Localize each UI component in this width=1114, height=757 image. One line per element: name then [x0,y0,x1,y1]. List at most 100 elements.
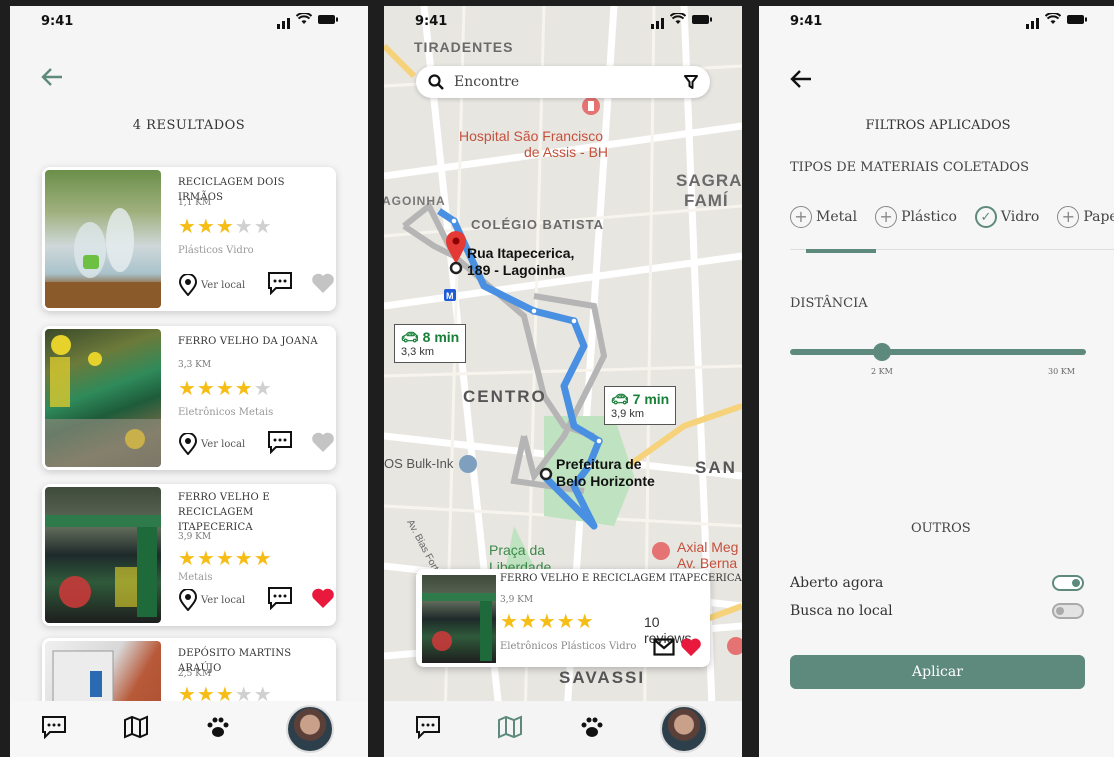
chat-icon[interactable] [267,430,293,458]
favorite-heart-icon[interactable] [311,587,335,613]
back-arrow-icon[interactable] [40,66,64,93]
map-label: CENTRO [463,387,547,406]
chat-tab-icon[interactable] [41,715,67,743]
material-tags: Plásticos Vidro [178,245,254,256]
open-now-toggle[interactable] [1052,575,1084,591]
apply-button[interactable]: Aplicar [790,655,1085,689]
material-chip-group: +Metal +Plástico ✓Vidro +Papel [790,206,1114,228]
chat-tab-icon[interactable] [415,715,441,743]
map-label-line: FAMÍ [684,191,729,210]
map-label: Hospital São Francisco de Assis - BH [454,128,608,160]
map-label-line: Rua Itapecerica, [467,245,575,261]
local-search-label: Busca no local [790,603,893,619]
chip-plastico[interactable]: + Plástico [875,206,957,228]
favorite-heart-icon[interactable] [311,272,335,298]
result-card[interactable]: FERRO VELHO DA JOANA 3,3 KM ★★★★★ Eletrô… [42,326,336,470]
battery-icon [1067,14,1087,29]
distance-slider-track[interactable] [790,349,1086,355]
map-label-line: SAGRA [676,171,742,190]
location-pin-icon [178,274,198,296]
map-tab-icon[interactable] [497,715,523,743]
plus-circle-icon: + [790,206,812,228]
local-search-toggle[interactable] [1052,603,1084,619]
route-time-value: 7 min [632,391,670,407]
route-duration-tooltip[interactable]: 🚗︎ 7 min 3,9 km [604,386,677,425]
status-bar: 9:41 [10,6,368,38]
distance-max-label: 30 KM [1048,367,1075,376]
map-label-line: de Assis - BH [524,144,609,160]
map-label: AGOINHA [384,194,446,208]
materials-section-label: TIPOS DE MATERIAIS COLETADOS [790,160,1029,175]
map-label-line: Hospital São Francisco [459,128,603,144]
recycling-photo [45,329,161,467]
map-screen: M 9:41 TIRADENTES Hospital São Francisco… [384,6,742,757]
others-section-label: OUTROS [911,521,971,536]
favorite-heart-icon[interactable] [680,637,702,661]
recycling-photo [422,575,496,663]
map-label: Axial Meg Av. Berna [677,539,738,571]
material-tags: Eletrônicos Metais [178,407,274,418]
map-label-line: Belo Horizonte [556,473,655,489]
chat-icon[interactable] [267,586,293,614]
chat-icon[interactable] [267,271,293,299]
place-name: FERRO VELHO E RECICLAGEM ITAPECERICA [500,573,742,584]
wifi-icon [669,12,687,29]
chip-papel[interactable]: +Papel [1057,206,1114,228]
view-location-label: Ver local [201,438,246,450]
rating-stars: ★★★★★ [178,214,273,238]
filters-screen: 9:41 FILTROS APLICADOS TIPOS DE MATERIAI… [759,6,1114,757]
route-duration-tooltip[interactable]: 🚗︎ 8 min 3,3 km [394,324,467,363]
open-now-label: Aberto agora [790,575,884,591]
rating-stars: ★★★★★ [500,609,595,633]
map-label: SAN [695,458,737,477]
map-label-line: Axial Meg [677,539,739,555]
status-time: 9:41 [415,14,448,29]
material-tags: Eletrônicos Plásticos Vidro [500,641,637,652]
search-input[interactable] [454,74,684,90]
map-label-line: 189 - Lagoinha [467,262,566,278]
chip-label: Vidro [1000,209,1040,225]
view-location-link[interactable]: Ver local [178,274,245,296]
rating-stars: ★★★★★ [178,376,273,400]
rating-stars: ★★★★★ [178,546,273,570]
result-card[interactable]: FERRO VELHO E RECICLAGEM ITAPECERICA 3,9… [42,484,336,626]
search-bar[interactable] [416,66,710,98]
location-pin-icon [178,589,198,611]
bottom-tab-bar [10,701,368,757]
route-time-value: 8 min [422,329,460,345]
status-time: 9:41 [790,14,823,29]
view-location-link[interactable]: Ver local [178,433,245,455]
chip-label: Papel [1083,209,1114,225]
profile-avatar[interactable] [286,705,334,753]
view-location-link[interactable]: Ver local [178,589,245,611]
back-arrow-icon[interactable] [789,68,813,95]
result-card[interactable]: RECICLAGEM DOIS IRMÃOS 1,1 KM ★★★★★ Plás… [42,167,336,311]
place-distance: 2,5 KM [178,669,212,679]
place-distance: 1,1 KM [178,198,212,208]
filter-icon[interactable] [684,75,698,89]
route-distance: 3,3 km [401,346,435,358]
map-tab-icon[interactable] [123,715,149,743]
distance-slider-handle[interactable] [873,343,891,361]
map-label: OS Bulk-Ink [384,456,454,471]
paw-tab-icon[interactable] [205,715,231,743]
chip-vidro[interactable]: ✓ Vidro [974,206,1040,228]
signal-icon [1026,17,1039,29]
check-circle-icon: ✓ [974,206,997,228]
favorite-heart-icon[interactable] [311,431,335,457]
paw-tab-icon[interactable] [579,715,605,743]
place-preview-card[interactable]: FERRO VELHO E RECICLAGEM ITAPECERICA 3,9… [416,569,742,667]
svg-text:M: M [446,291,454,301]
car-icon: 🚗︎ [401,329,423,345]
profile-avatar[interactable] [660,705,708,753]
chip-metal[interactable]: + Metal [790,206,857,228]
chip-label: Plástico [901,209,957,225]
chip-scroll-indicator [806,249,876,253]
map-label: SAVASSI [559,668,646,687]
signal-icon [651,17,664,29]
place-distance: 3,3 KM [178,360,212,370]
bottom-tab-bar [384,701,742,757]
recycling-photo [45,170,161,308]
material-tags: Metais [178,572,213,583]
mail-icon[interactable] [653,638,675,660]
